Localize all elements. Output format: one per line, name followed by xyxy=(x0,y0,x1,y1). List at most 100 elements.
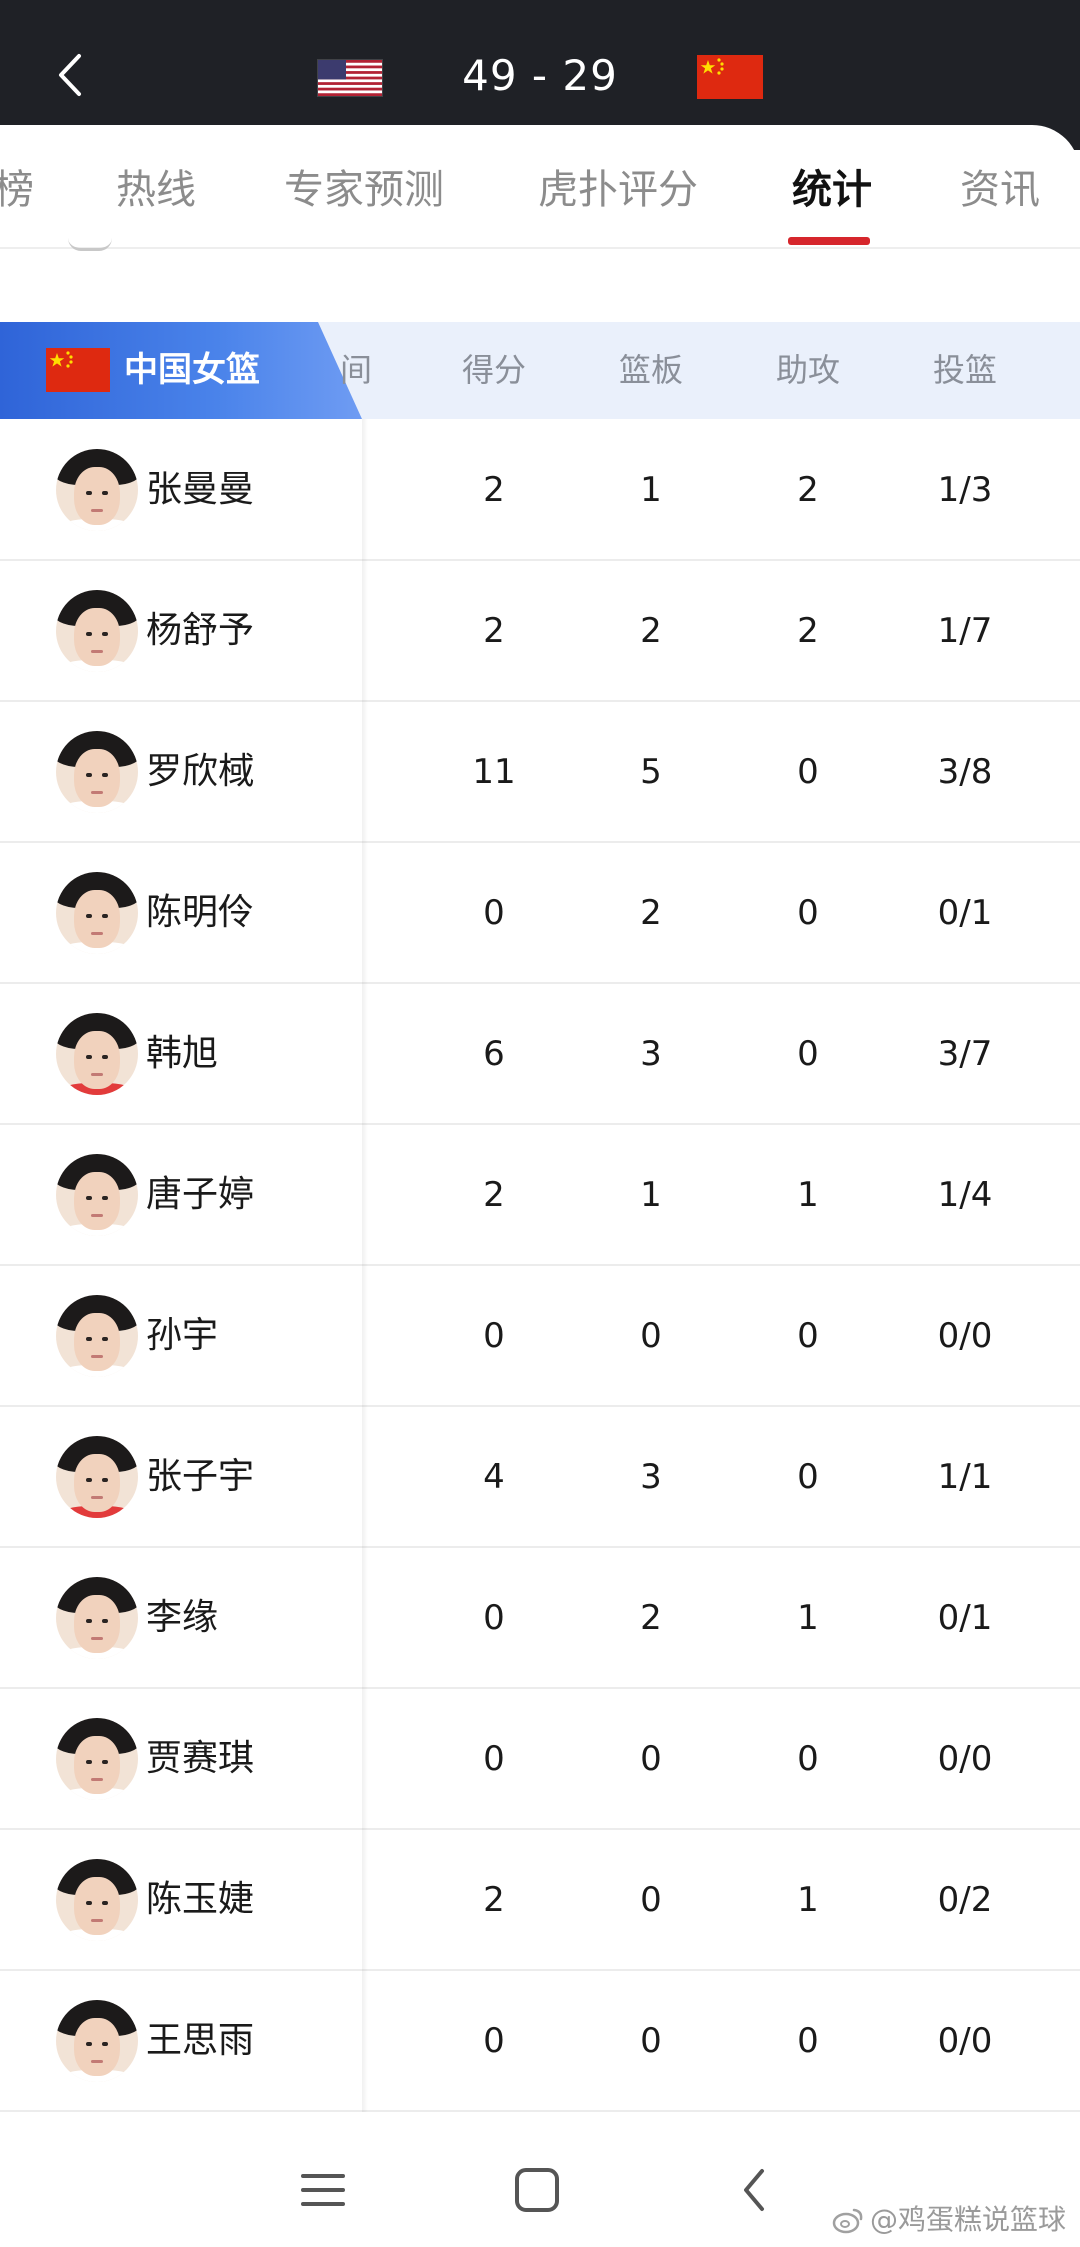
points-cell: 2 xyxy=(483,1880,505,1920)
weibo-icon xyxy=(832,2208,863,2234)
rebounds-cell: 1 xyxy=(640,470,662,510)
rebounds-cell: 2 xyxy=(640,893,662,933)
fg-cell: 1/3 xyxy=(937,470,993,510)
player-name[interactable]: 孙宇 xyxy=(146,1308,218,1364)
tab-hotline[interactable]: 热线 xyxy=(116,163,196,217)
points-cell: 2 xyxy=(483,1175,505,1215)
assists-cell: 0 xyxy=(797,1739,819,1779)
points-cell: 6 xyxy=(483,1034,505,1074)
points-cell: 0 xyxy=(483,1316,505,1356)
player-name[interactable]: 罗欣棫 xyxy=(146,744,254,800)
col-header-minutes[interactable]: 间 xyxy=(296,345,416,395)
assists-cell: 0 xyxy=(797,893,819,933)
player-row[interactable]: 张曼曼 2 1 2 1/3 xyxy=(0,419,1080,561)
player-row[interactable]: 韩旭 6 3 0 3/7 xyxy=(0,983,1080,1125)
col-header-rebounds[interactable]: 篮板 xyxy=(591,345,711,395)
points-cell: 0 xyxy=(483,2021,505,2061)
points-cell: 0 xyxy=(483,1598,505,1638)
tab-expert-prediction[interactable]: 专家预测 xyxy=(284,163,444,217)
player-row[interactable]: 唐子婷 2 1 1 1/4 xyxy=(0,1124,1080,1266)
points-cell: 0 xyxy=(483,1739,505,1779)
player-row[interactable]: 贾赛琪 0 0 0 0/0 xyxy=(0,1688,1080,1830)
frozen-column-shadow xyxy=(362,419,368,2112)
player-row[interactable]: 陈明伶 0 2 0 0/1 xyxy=(0,842,1080,984)
player-avatar xyxy=(56,1295,138,1377)
player-row[interactable]: 王思雨 0 0 0 0/0 xyxy=(0,1970,1080,2112)
tab-rank[interactable]: 榜 xyxy=(0,163,34,217)
rebounds-cell: 5 xyxy=(640,752,662,792)
assists-cell: 2 xyxy=(797,470,819,510)
recent-apps-button[interactable] xyxy=(288,2155,358,2225)
points-cell: 11 xyxy=(472,752,516,792)
assists-cell: 0 xyxy=(797,1034,819,1074)
home-button[interactable] xyxy=(502,2155,572,2225)
points-cell: 0 xyxy=(483,893,505,933)
rebounds-cell: 3 xyxy=(640,1034,662,1074)
player-name[interactable]: 张曼曼 xyxy=(146,462,254,518)
player-avatar xyxy=(56,872,138,954)
scroll-partial-element xyxy=(68,238,112,251)
assists-cell: 1 xyxy=(797,1598,819,1638)
player-avatar xyxy=(56,449,138,531)
back-button[interactable] xyxy=(40,40,100,110)
player-name[interactable]: 韩旭 xyxy=(146,1026,218,1082)
player-name[interactable]: 陈玉婕 xyxy=(146,1872,254,1928)
player-avatar xyxy=(56,1013,138,1095)
square-icon xyxy=(515,2168,559,2212)
menu-lines-icon xyxy=(301,2174,345,2206)
tab-hupu-rating[interactable]: 虎扑评分 xyxy=(538,163,698,217)
player-name[interactable]: 李缘 xyxy=(146,1590,218,1646)
col-header-fg[interactable]: 投篮 xyxy=(905,345,1025,395)
tab-stats[interactable]: 统计 xyxy=(792,163,872,217)
assists-cell: 1 xyxy=(797,1880,819,1920)
assists-cell: 1 xyxy=(797,1175,819,1215)
player-avatar xyxy=(56,590,138,672)
fg-cell: 0/0 xyxy=(937,1739,993,1779)
active-tab-indicator xyxy=(788,237,870,245)
player-row[interactable]: 杨舒予 2 2 2 1/7 xyxy=(0,560,1080,702)
player-avatar xyxy=(56,1718,138,1800)
player-name[interactable]: 贾赛琪 xyxy=(146,1731,254,1787)
chevron-left-icon xyxy=(59,54,81,96)
tab-news[interactable]: 资讯 xyxy=(960,163,1040,217)
player-avatar xyxy=(56,1154,138,1236)
player-name[interactable]: 陈明伶 xyxy=(146,885,254,941)
col-header-points[interactable]: 得分 xyxy=(434,345,554,395)
chevron-left-icon xyxy=(744,2169,764,2211)
rebounds-cell: 1 xyxy=(640,1175,662,1215)
rebounds-cell: 3 xyxy=(640,1457,662,1497)
points-cell: 2 xyxy=(483,470,505,510)
player-row[interactable]: 陈玉婕 2 0 1 0/2 xyxy=(0,1829,1080,1971)
assists-cell: 0 xyxy=(797,752,819,792)
fg-cell: 1/1 xyxy=(937,1457,993,1497)
player-avatar xyxy=(56,731,138,813)
china-flag-icon xyxy=(697,55,763,99)
points-cell: 4 xyxy=(483,1457,505,1497)
fg-cell: 0/0 xyxy=(937,1316,993,1356)
player-row[interactable]: 罗欣棫 11 5 0 3/8 xyxy=(0,701,1080,843)
player-row[interactable]: 张子宇 4 3 0 1/1 xyxy=(0,1406,1080,1548)
player-name[interactable]: 杨舒予 xyxy=(146,603,254,659)
player-name[interactable]: 王思雨 xyxy=(146,2013,254,2069)
rebounds-cell: 0 xyxy=(640,1739,662,1779)
watermark: @鸡蛋糕说篮球 xyxy=(870,2203,1067,2236)
rebounds-cell: 0 xyxy=(640,1880,662,1920)
team-name: 中国女篮 xyxy=(124,350,260,390)
nav-back-button[interactable] xyxy=(718,2155,788,2225)
fg-cell: 1/4 xyxy=(937,1175,993,1215)
rebounds-cell: 0 xyxy=(640,2021,662,2061)
player-name[interactable]: 唐子婷 xyxy=(146,1167,254,1223)
player-avatar xyxy=(56,1859,138,1941)
player-name[interactable]: 张子宇 xyxy=(146,1449,254,1505)
fg-cell: 1/7 xyxy=(937,611,993,651)
usa-flag-icon xyxy=(318,60,382,96)
player-avatar xyxy=(56,1577,138,1659)
player-row[interactable]: 孙宇 0 0 0 0/0 xyxy=(0,1265,1080,1407)
player-row[interactable]: 李缘 0 2 1 0/1 xyxy=(0,1547,1080,1689)
col-header-assists[interactable]: 助攻 xyxy=(748,345,868,395)
rebounds-cell: 2 xyxy=(640,1598,662,1638)
assists-cell: 0 xyxy=(797,2021,819,2061)
fg-cell: 3/7 xyxy=(937,1034,993,1074)
assists-cell: 2 xyxy=(797,611,819,651)
china-flag-icon xyxy=(46,348,110,392)
